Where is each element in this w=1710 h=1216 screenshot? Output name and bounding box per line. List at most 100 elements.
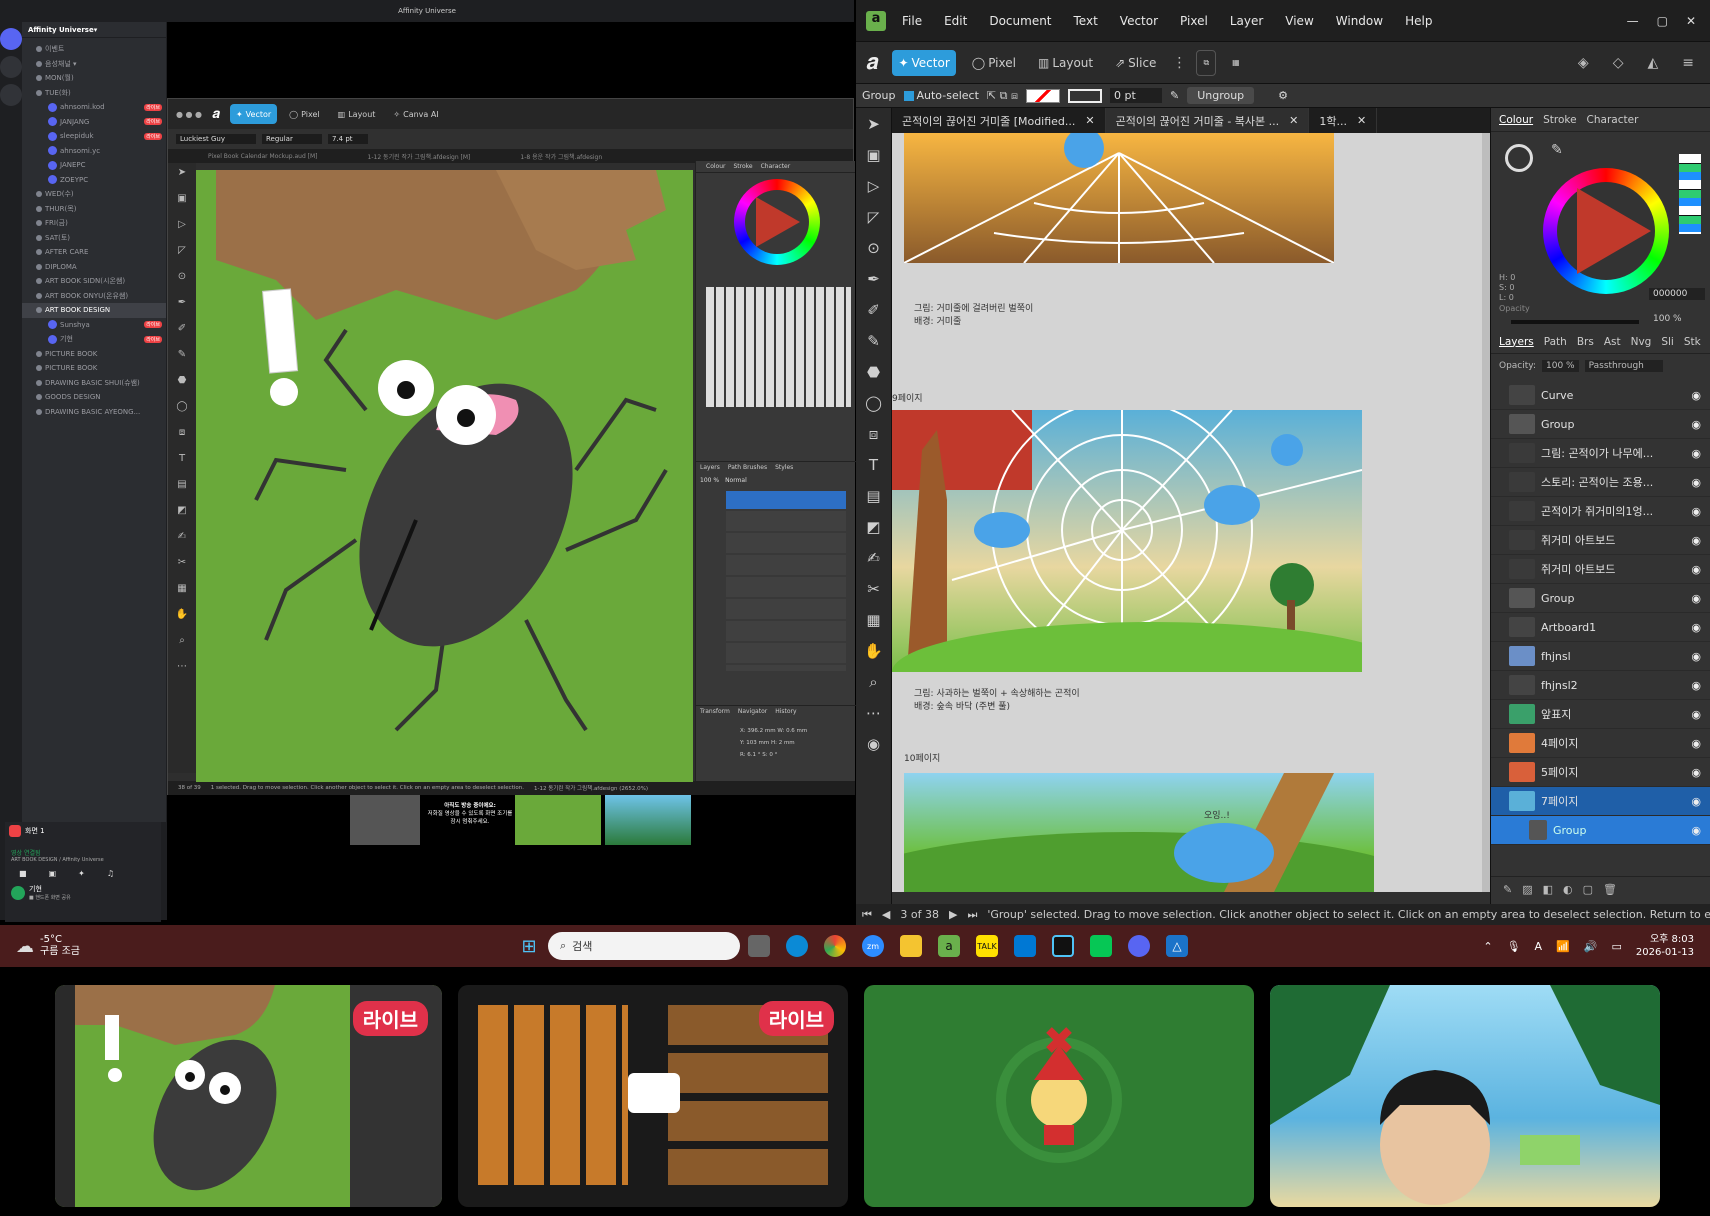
affinity-app-icon[interactable]: a [866,10,886,31]
transparency-tool-icon[interactable]: ◩ [863,516,885,538]
align-icon[interactable]: ≡ [1682,55,1694,71]
zoom-tool-icon[interactable]: ⌕ [168,635,196,655]
panel-tab-colour[interactable]: Colour [706,163,725,170]
more-icon[interactable]: ⋮ [1172,55,1186,71]
channel-item[interactable]: THUR(목) [22,202,166,217]
shape-tool-icon[interactable]: ◯ [168,401,196,421]
menu-file[interactable]: File [902,14,922,28]
hand-tool-icon[interactable]: ✋ [863,640,885,662]
close-tab-icon[interactable]: ✕ [1085,114,1094,127]
corner-tool-icon[interactable]: ◸ [863,206,885,228]
brushes-tab[interactable]: Path Brushes [728,464,767,471]
snapping-icon[interactable]: ⧉ [1196,49,1217,76]
mic-icon[interactable]: 🎙 [1507,940,1521,953]
channel-item[interactable]: 이벤트 [22,42,166,57]
arrange-icon[interactable]: ◇ [1613,55,1624,71]
mode-slice-button[interactable]: ⇗ Slice [1109,50,1162,76]
voice-user[interactable]: ZOEYPC [22,173,166,188]
layer-opacity-field[interactable]: 100 % [1542,360,1579,372]
pen-tool-icon[interactable]: ✒ [168,297,196,317]
voice-user[interactable]: Sunshya 라이브 [22,318,166,333]
battery-icon[interactable]: ▭ [1611,940,1621,953]
visibility-icon[interactable]: ◉ [1691,650,1701,663]
menu-view[interactable]: View [1285,14,1313,28]
visibility-icon[interactable]: ◉ [1691,766,1701,779]
move-tool-icon[interactable]: ➤ [168,167,196,187]
opacity-slider[interactable] [1511,320,1639,324]
channel-item[interactable]: FRI(금) [22,216,166,231]
user-avatar[interactable] [11,885,25,900]
channel-item[interactable]: ART BOOK DESIGN [22,303,166,318]
zoom-tool-icon[interactable]: ⌕ [863,671,885,693]
tab-navigator[interactable]: Nvg [1631,336,1652,348]
mode-pixel-button[interactable]: ◯ Pixel [283,104,325,124]
tab-path[interactable]: Path [1544,336,1567,348]
doc-tab-active[interactable]: 곤적이의 끊어진 거미줄 - 복사본 ... ✕ [1105,108,1310,133]
beetle-canvas[interactable] [196,170,693,782]
next-page-icon[interactable]: ▶ [949,908,957,921]
panel-tab-stroke[interactable]: Stroke [733,163,752,170]
mesh-tool-icon[interactable]: ▦ [168,583,196,603]
layers-tab[interactable]: Layers [700,464,720,471]
text-tool-icon[interactable]: T [168,453,196,473]
pen-tool-icon[interactable]: ✒ [863,268,885,290]
colour-wheel[interactable] [734,179,820,265]
azure-icon[interactable] [1014,935,1036,957]
affinity-designer-icon[interactable]: △ [1166,935,1188,957]
menu-window[interactable]: Window [1336,14,1383,28]
visibility-icon[interactable]: ◉ [1691,447,1701,460]
mode-vector-button[interactable]: ✦ Vector [229,104,278,124]
channel-item[interactable]: DRAWING BASIC SHUI(슈쌤) [22,376,166,391]
crop-tool-icon[interactable]: ⧈ [863,423,885,445]
visibility-icon[interactable]: ◉ [1691,563,1701,576]
maximize-icon[interactable]: ▢ [1657,14,1668,28]
size-field[interactable]: 7.4 pt [328,134,368,144]
menu-layer[interactable]: Layer [1230,14,1263,28]
artboard-spider-web[interactable] [892,410,1362,672]
doc-tab[interactable]: 곤적이의 끊어진 거미줄 [Modified... ✕ [892,108,1106,133]
tab-stock[interactable]: Stk [1684,336,1701,348]
camera-icon[interactable]: ■ [19,869,27,878]
blend-mode[interactable]: Normal [725,477,747,484]
visibility-icon[interactable]: ◉ [1691,534,1701,547]
visibility-icon[interactable]: ◉ [1691,476,1701,489]
menu-pixel[interactable]: Pixel [1180,14,1208,28]
flip-icon[interactable]: ◭ [1647,55,1658,71]
pencil-tool-icon[interactable]: ✐ [863,299,885,321]
artboard-tool-icon[interactable]: ▣ [863,144,885,166]
eyedropper-tool-icon[interactable]: ✍ [168,531,196,551]
ungroup-button[interactable]: Ungroup [1187,87,1255,104]
last-page-icon[interactable]: ⏭ [967,908,977,922]
image-tool-icon[interactable]: ▤ [863,485,885,507]
eyedropper-icon[interactable]: ✎ [1551,142,1563,158]
fill-tool-icon[interactable]: ⬣ [168,375,196,395]
contour-tool-icon[interactable]: ⊙ [863,237,885,259]
first-page-icon[interactable]: ⏮ [862,908,872,922]
weather-widget[interactable]: ☁ -5°C 구름 조금 [0,934,140,958]
close-tab-icon[interactable]: ✕ [1357,114,1366,127]
layer-row[interactable]: fhjnsl ◉ [1491,642,1710,671]
capture-icon[interactable] [1052,935,1074,957]
layer-row[interactable]: Group ◉ [1491,816,1710,845]
layer-row[interactable]: 쥐거미 아트보드 ◉ [1491,526,1710,555]
hand-tool-icon[interactable]: ✋ [168,609,196,629]
autoselect-checkbox[interactable]: Auto-select [903,89,979,102]
mode-vector-button[interactable]: ✦ Vector [892,49,956,76]
pencil-tool-icon[interactable]: ✐ [168,323,196,343]
layer-row[interactable]: 5페이지 ◉ [1491,758,1710,787]
pen-icon[interactable]: ✎ [1170,89,1179,102]
visibility-icon[interactable]: ◉ [1691,824,1701,837]
server-name[interactable]: Affinity Universe ▾ [22,22,166,38]
channel-item[interactable]: ART BOOK ONYU(온유쌤) [22,289,166,304]
share-icon[interactable]: ▣ [49,869,57,878]
channel-item[interactable]: ART BOOK SIDN(시온쌤) [22,274,166,289]
tray-chevron-icon[interactable]: ⌃ [1483,940,1492,953]
activity-icon[interactable]: ✦ [78,869,85,878]
channel-item[interactable]: DIPLOMA [22,260,166,275]
fill-swatch[interactable] [1025,88,1060,103]
vector-brush-icon[interactable]: ✎ [863,330,885,352]
image-tool-icon[interactable]: ▤ [168,479,196,499]
doc-scrollbar[interactable] [1482,133,1490,892]
menu-edit[interactable]: Edit [944,14,967,28]
layer-row[interactable]: fhjnsl2 ◉ [1491,671,1710,700]
